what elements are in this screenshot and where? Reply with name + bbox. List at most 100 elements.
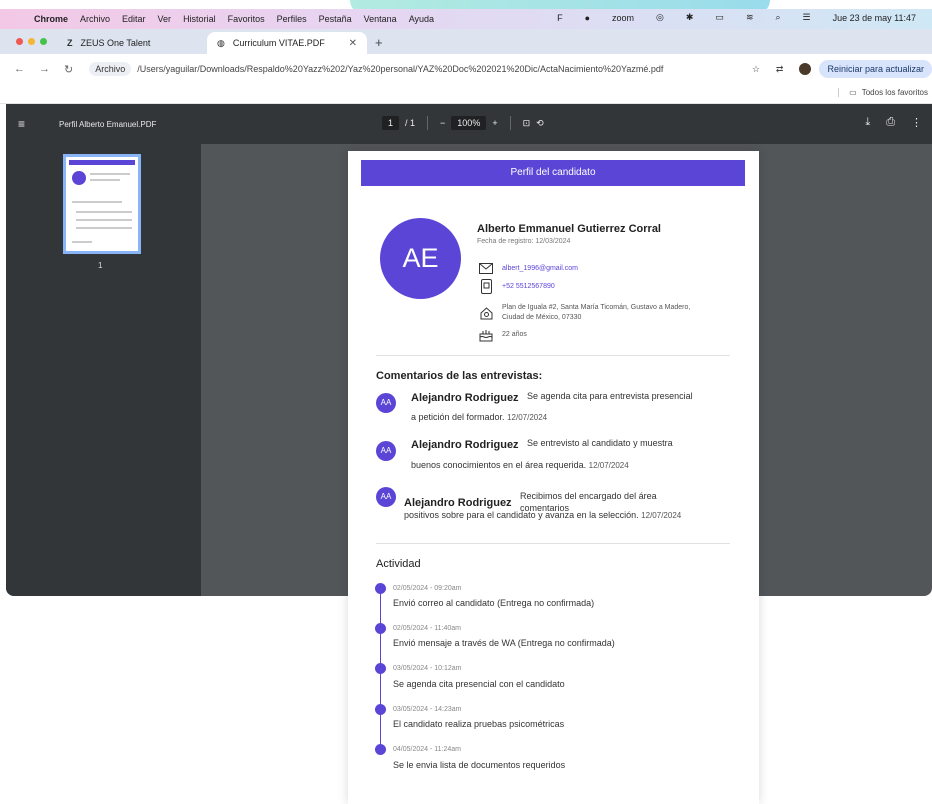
menu-perfiles[interactable]: Perfiles	[277, 14, 307, 24]
macos-menubar: Chrome Archivo Editar Ver Historial Favo…	[0, 9, 932, 29]
commenter-avatar: AA	[376, 487, 396, 507]
browser-tab-bar: Z ZEUS One Talent ◍ Curriculum VITAE.PDF…	[0, 29, 932, 54]
comment-text: Se agenda cita para entrevista presencia…	[527, 391, 693, 401]
menu-ventana[interactable]: Ventana	[364, 14, 397, 24]
back-icon[interactable]: ←	[14, 63, 25, 76]
maximize-window-icon[interactable]	[40, 38, 47, 45]
timeline-dot	[375, 623, 386, 634]
minimize-window-icon[interactable]	[28, 38, 35, 45]
zoom-out-icon[interactable]: −	[440, 118, 445, 128]
commenter-avatar: AA	[376, 441, 396, 461]
pdf-page: Perfil del candidato AE Alberto Emmanuel…	[348, 151, 759, 804]
thumb-header	[69, 160, 135, 165]
divider	[376, 543, 730, 544]
forward-icon[interactable]: →	[39, 63, 50, 76]
tab-zeus[interactable]: Z ZEUS One Talent	[57, 32, 207, 54]
download-icon[interactable]: ⤓	[865, 116, 870, 129]
comment-text: Se entrevisto al candidato y muestra	[527, 438, 673, 448]
menu-ver[interactable]: Ver	[158, 14, 172, 24]
thumb-avatar	[72, 171, 86, 185]
rotate-icon[interactable]: ⟲	[536, 118, 544, 129]
more-options-icon[interactable]: ⋮	[911, 116, 922, 129]
close-tab-icon[interactable]: ✕	[349, 38, 357, 49]
menu-pestana[interactable]: Pestaña	[319, 14, 352, 24]
zoom-in-icon[interactable]: +	[492, 118, 497, 128]
comment-date: 12/07/2024	[507, 413, 548, 422]
activity-text: Se le envia lista de documentos requerid…	[393, 760, 566, 770]
commenter-avatar: AA	[376, 393, 396, 413]
comment-text-line2: positivos sobre para el candidato y avan…	[404, 510, 639, 520]
bookmarks-bar: ▭ Todos los favoritos	[0, 84, 932, 104]
menu-app-name[interactable]: Chrome	[34, 14, 68, 24]
menubar-status-area: F ● zoom ◎ ✱ ▭ ≋ ⌕ ☰ Jue 23 de may 11:47	[557, 12, 928, 23]
thumb-line	[76, 227, 132, 229]
divider	[509, 116, 511, 130]
comment-text-cont: a petición del formador. 12/07/2024	[411, 412, 547, 422]
new-tab-icon[interactable]: +	[367, 35, 391, 54]
comment-date: 12/07/2024	[588, 461, 629, 470]
address-bar[interactable]: Archivo /Users/yaguilar/Downloads/Respal…	[89, 62, 744, 76]
menu-archivo[interactable]: Archivo	[80, 14, 110, 24]
browser-toolbar: ← → ↻ Archivo /Users/yaguilar/Downloads/…	[0, 54, 932, 84]
print-icon[interactable]: ⎙	[886, 116, 895, 129]
thumbnail-page-number: 1	[98, 261, 103, 270]
battery-icon[interactable]: ▭	[715, 12, 724, 23]
comment-text-line2: a petición del formador.	[411, 412, 505, 422]
timeline-dot	[375, 744, 386, 755]
thumb-line	[76, 219, 132, 221]
age-row: 22 años	[479, 328, 527, 342]
cake-icon	[479, 328, 493, 342]
comment-author: Alejandro Rodriguez	[411, 392, 519, 404]
menu-icon[interactable]: ≡	[18, 117, 32, 131]
phone-icon	[479, 278, 493, 294]
phone-number[interactable]: +52 5512567890	[502, 283, 555, 290]
registration-date: Fecha de registro: 12/03/2024	[477, 238, 571, 245]
bluetooth-icon[interactable]: ✱	[686, 12, 694, 23]
extensions-icon[interactable]: ⇄	[776, 64, 784, 75]
wifi-icon[interactable]: ≋	[746, 12, 754, 23]
record-icon[interactable]: ●	[585, 13, 590, 23]
candidate-age: 22 años	[502, 331, 527, 338]
comments-title: Comentarios de las entrevistas:	[376, 370, 543, 382]
thumb-line	[72, 201, 122, 203]
menu-historial[interactable]: Historial	[183, 14, 216, 24]
profile-avatar-icon[interactable]	[799, 63, 812, 75]
comment-author: Alejandro Rodriguez	[404, 497, 512, 509]
page-number-input[interactable]: 1	[382, 116, 400, 130]
thumb-line	[72, 241, 92, 243]
url-text[interactable]: /Users/yaguilar/Downloads/Respaldo%20Yaz…	[137, 64, 663, 74]
pdf-pager: 1 / 1 − 100% + ⊡ ⟲	[382, 116, 544, 130]
archivo-chip[interactable]: Archivo	[89, 62, 132, 76]
search-icon[interactable]: ⌕	[775, 12, 780, 23]
zoom-level[interactable]: 100%	[451, 116, 487, 130]
menu-ayuda[interactable]: Ayuda	[409, 14, 434, 24]
mail-icon	[479, 261, 493, 275]
tab-label: Curriculum VITAE.PDF	[232, 38, 325, 48]
activity-text: Se agenda cita presencial con el candida…	[393, 679, 565, 689]
reload-icon[interactable]: ↻	[64, 63, 73, 76]
comment-date: 12/07/2024	[641, 511, 682, 520]
zeus-icon: Z	[67, 38, 73, 48]
clock-text[interactable]: Jue 23 de may 11:47	[833, 13, 916, 23]
profile-header: Perfil del candidato	[361, 160, 745, 186]
divider	[427, 116, 429, 130]
all-bookmarks-folder[interactable]: ▭ Todos los favoritos	[838, 88, 928, 97]
email-link[interactable]: albert_1996@gmail.com	[502, 265, 578, 272]
zoom-label[interactable]: zoom	[612, 13, 634, 23]
page-total: / 1	[405, 118, 416, 128]
close-window-icon[interactable]	[16, 38, 23, 45]
comment-text-line2: buenos conocimientos en el área requerid…	[411, 460, 587, 470]
window-controls	[0, 38, 57, 54]
shortcut-icon[interactable]: ◎	[656, 12, 664, 23]
activity-text: Envió correo al candidato (Entrega no co…	[393, 598, 595, 608]
tab-curriculum[interactable]: ◍ Curriculum VITAE.PDF ✕	[207, 32, 367, 54]
figma-icon[interactable]: F	[557, 13, 563, 23]
menu-editar[interactable]: Editar	[122, 14, 146, 24]
restart-update-button[interactable]: Reiniciar para actualizar	[819, 60, 932, 78]
fit-page-icon[interactable]: ⊡	[523, 118, 531, 129]
control-center-icon[interactable]: ☰	[803, 12, 811, 23]
page-thumbnail[interactable]	[63, 154, 141, 254]
comment-text: Recibimos del encargado del área	[520, 491, 657, 501]
bookmark-star-icon[interactable]: ☆	[752, 64, 760, 75]
menu-favoritos[interactable]: Favoritos	[228, 14, 265, 24]
